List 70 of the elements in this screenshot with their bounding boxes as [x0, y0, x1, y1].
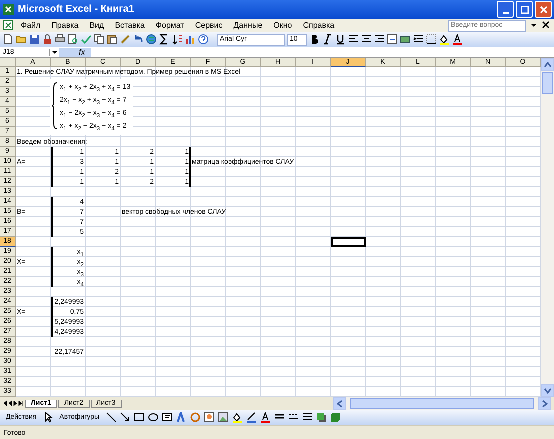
folder-icon[interactable]	[16, 34, 27, 45]
sum-icon[interactable]	[159, 34, 170, 45]
close-button[interactable]	[535, 1, 552, 18]
shadow-icon[interactable]	[316, 412, 326, 423]
close-icon	[540, 6, 548, 14]
arrow-style-icon[interactable]	[302, 412, 312, 423]
sheet-icon[interactable]	[3, 20, 14, 31]
indent-icon[interactable]	[413, 34, 424, 45]
excel-icon[interactable]	[3, 4, 14, 15]
italic-icon[interactable]	[322, 34, 333, 45]
horizontal-scrollbar[interactable]	[333, 397, 551, 410]
menu-item[interactable]: Вид	[86, 21, 108, 30]
globe-icon[interactable]	[146, 34, 157, 45]
scroll-down-button[interactable]	[541, 384, 554, 397]
menu-item[interactable]: Правка	[48, 21, 83, 30]
menu-item[interactable]: Справка	[299, 21, 339, 30]
menu-item[interactable]: Файл	[17, 21, 45, 30]
pointer-icon[interactable]	[42, 412, 54, 423]
tab-navigation-icon[interactable]	[3, 398, 24, 409]
font-color-icon[interactable]	[452, 34, 463, 45]
help-icon[interactable]	[198, 34, 209, 45]
window-title: Microsoft Excel - Книга1	[18, 4, 136, 15]
border-icon[interactable]	[426, 34, 437, 45]
active-cell[interactable]	[331, 237, 366, 247]
picture-icon[interactable]	[218, 412, 228, 423]
line-color-icon[interactable]	[246, 412, 256, 423]
fill-color-icon[interactable]	[232, 412, 242, 423]
merge-cells-icon[interactable]	[387, 34, 398, 45]
scroll-right-button[interactable]	[538, 397, 551, 410]
align-left-icon[interactable]	[348, 34, 359, 45]
new-page-icon[interactable]	[3, 34, 14, 45]
copy-icon[interactable]	[94, 34, 105, 45]
oval-icon[interactable]	[148, 412, 158, 423]
minimize-icon	[502, 12, 508, 14]
undo-icon[interactable]	[133, 34, 144, 45]
align-center-icon[interactable]	[361, 34, 372, 45]
maximize-button[interactable]	[516, 1, 533, 18]
vertical-scrollbar[interactable]	[541, 58, 554, 397]
text-box-icon[interactable]	[162, 412, 172, 423]
arrow-icon[interactable]	[120, 412, 130, 423]
printer-icon[interactable]	[55, 34, 66, 45]
font-color-icon[interactable]	[260, 412, 270, 423]
window-close-icon[interactable]	[541, 20, 551, 31]
menu-item[interactable]: Окно	[270, 21, 296, 30]
menu-item[interactable]: Сервис	[191, 21, 227, 30]
scroll-up-button[interactable]	[541, 58, 554, 71]
scroll-thumb[interactable]	[350, 398, 534, 409]
fill-color-icon[interactable]	[439, 34, 450, 45]
insert-function-button[interactable]: fx	[59, 48, 92, 56]
save-icon[interactable]	[29, 34, 40, 45]
minimize-button[interactable]	[497, 1, 514, 18]
underline-icon[interactable]	[335, 34, 346, 45]
menu-item[interactable]: Данные	[230, 21, 267, 30]
rectangle-icon[interactable]	[134, 412, 144, 423]
scroll-left-button[interactable]	[333, 397, 346, 410]
3d-box-icon[interactable]	[330, 412, 340, 423]
maximize-icon	[520, 6, 528, 14]
chart-icon[interactable]	[185, 34, 196, 45]
line-icon[interactable]	[106, 412, 116, 423]
menu-item[interactable]: Вставка	[111, 21, 149, 30]
paste-icon[interactable]	[107, 34, 118, 45]
lock-icon[interactable]	[42, 34, 53, 45]
brace-icon	[52, 82, 58, 132]
sort-icon[interactable]	[172, 34, 183, 45]
scroll-thumb[interactable]	[542, 72, 553, 94]
bold-icon[interactable]	[309, 34, 320, 45]
align-right-icon[interactable]	[374, 34, 385, 45]
menu-item[interactable]: Формат	[152, 21, 188, 30]
brush-icon[interactable]	[120, 34, 131, 45]
spelling-check-icon[interactable]	[81, 34, 92, 45]
